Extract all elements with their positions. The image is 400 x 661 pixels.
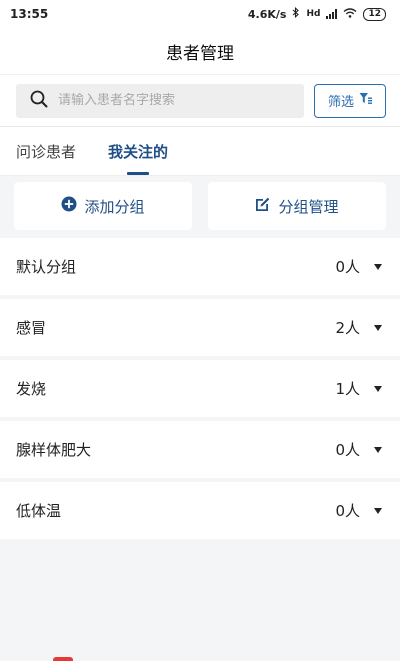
status-indicators: 4.6K/s Hd 12: [247, 6, 386, 21]
group-name: 发烧: [16, 380, 47, 398]
search-input[interactable]: [58, 93, 278, 108]
network-speed: 4.6K/s: [247, 7, 287, 21]
edit-icon: [255, 196, 271, 216]
group-row-fever[interactable]: 发烧 1人: [0, 360, 400, 417]
filter-button[interactable]: 筛选: [314, 83, 386, 118]
group-name: 感冒: [16, 319, 47, 337]
manage-group-button[interactable]: 分组管理: [208, 182, 386, 230]
group-count: 1人: [335, 380, 360, 398]
patient-management-screen: 13:55 4.6K/s Hd 12 患者管理 筛选: [0, 0, 400, 661]
bottom-nav-indicator: [53, 657, 73, 661]
add-group-button[interactable]: 添加分组: [14, 182, 192, 230]
page-title: 患者管理: [166, 43, 234, 64]
group-name: 低体温: [16, 502, 62, 520]
caret-down-icon[interactable]: [374, 385, 382, 392]
signal-icon: [326, 9, 338, 19]
tab-my-followed[interactable]: 我关注的: [108, 127, 168, 175]
search-icon: [30, 90, 48, 112]
battery-icon: 12: [363, 7, 386, 21]
title-bar: 患者管理: [0, 28, 400, 74]
group-row-hypothermia[interactable]: 低体温 0人: [0, 482, 400, 539]
search-row: 筛选: [0, 74, 400, 126]
add-group-label: 添加分组: [84, 197, 145, 216]
tab-bar: 问诊患者 我关注的: [0, 126, 400, 176]
wifi-icon: [343, 7, 357, 21]
caret-down-icon[interactable]: [374, 324, 382, 331]
group-count: 0人: [335, 258, 360, 276]
group-name: 腺样体肥大: [16, 441, 92, 459]
status-time: 13:55: [10, 7, 49, 21]
group-count: 2人: [335, 319, 360, 337]
group-name: 默认分组: [16, 258, 77, 276]
caret-down-icon[interactable]: [374, 446, 382, 453]
group-row-default[interactable]: 默认分组 0人: [0, 238, 400, 295]
filter-label: 筛选: [327, 95, 354, 110]
filter-icon: [359, 92, 372, 109]
group-row-adenoid[interactable]: 腺样体肥大 0人: [0, 421, 400, 478]
group-count: 0人: [335, 441, 360, 459]
network-type: Hd: [306, 9, 321, 19]
caret-down-icon[interactable]: [374, 263, 382, 270]
plus-circle-icon: [61, 196, 77, 216]
bluetooth-icon: [292, 6, 300, 21]
group-count: 0人: [335, 502, 360, 520]
group-row-cold[interactable]: 感冒 2人: [0, 299, 400, 356]
manage-group-label: 分组管理: [278, 197, 339, 216]
tab-label: 问诊患者: [16, 142, 77, 161]
tab-consult-patients[interactable]: 问诊患者: [16, 127, 76, 175]
search-box[interactable]: [16, 83, 304, 118]
group-list: 默认分组 0人 感冒 2人 发烧 1人 腺样体肥大 0人 低体温 0人: [0, 238, 400, 539]
group-actions: 添加分组 分组管理: [0, 176, 400, 238]
status-bar: 13:55 4.6K/s Hd 12: [0, 0, 400, 28]
caret-down-icon[interactable]: [374, 507, 382, 514]
tab-label: 我关注的: [108, 142, 169, 161]
